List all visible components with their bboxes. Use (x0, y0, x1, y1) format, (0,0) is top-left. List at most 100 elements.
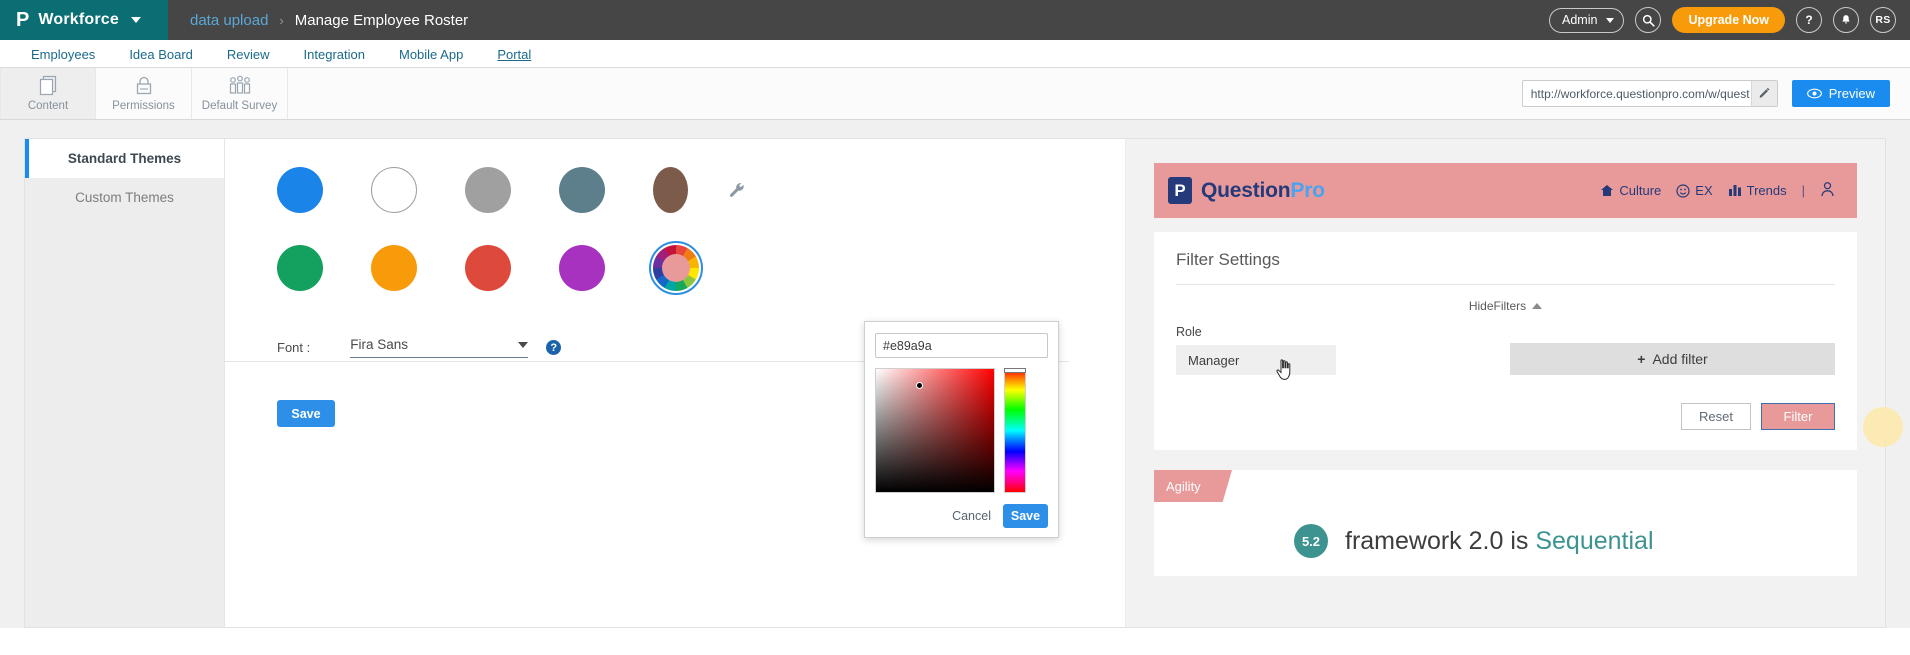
tab-mobile-app[interactable]: Mobile App (382, 47, 480, 67)
saturation-value-area[interactable] (875, 368, 995, 493)
primary-nav-tabs: Employees Idea Board Review Integration … (0, 40, 1910, 68)
chevron-up-icon (1532, 303, 1543, 309)
theme-tabs-sidebar: Standard Themes Custom Themes (25, 139, 225, 627)
swatch-cell (371, 245, 465, 291)
pages-icon (38, 75, 58, 97)
add-filter-button[interactable]: + Add filter (1510, 343, 1835, 375)
user-icon (1821, 182, 1834, 197)
score-value: 5.2 (1301, 533, 1321, 549)
preview-nav-culture[interactable]: Culture (1600, 183, 1661, 198)
saturation-cursor[interactable] (916, 382, 923, 389)
bars-icon (1728, 185, 1741, 196)
toolbar-label-content: Content (27, 100, 69, 112)
smiley-icon (1676, 183, 1690, 198)
pencil-icon (1759, 87, 1770, 98)
theme-swatch-red[interactable] (465, 245, 511, 291)
user-avatar[interactable]: RS (1870, 7, 1896, 33)
hue-slider-handle[interactable] (1004, 368, 1026, 373)
color-hex-input[interactable]: #e89a9a (875, 333, 1048, 358)
theme-swatch-gray[interactable] (465, 167, 511, 213)
portal-toolbar: Content Permissions Default Survey http:… (0, 68, 1910, 120)
hide-filters-toggle[interactable]: HideFilters (1176, 299, 1835, 313)
toolbar-item-default-survey[interactable]: Default Survey (192, 68, 288, 119)
theme-swatch-grid (277, 167, 747, 295)
role-filter-label: Role (1176, 325, 1202, 339)
app-header: P Workforce data upload › Manage Employe… (0, 0, 1910, 40)
portal-stage: Standard Themes Custom Themes Font: Fir… (0, 120, 1910, 628)
color-wheel-swatch[interactable] (649, 241, 703, 295)
filter-settings-card: Filter Settings HideFilters Role Manager (1154, 232, 1857, 450)
theme-swatch-slate[interactable] (559, 167, 605, 213)
filter-label: Filter (1783, 409, 1813, 424)
header-actions: Admin Upgrade Now ? RS (1549, 7, 1910, 33)
font-help-icon[interactable]: ? (546, 340, 562, 355)
preview-brand-second: Pro (1290, 178, 1325, 202)
search-button[interactable] (1635, 7, 1662, 33)
color-picker-cancel-button[interactable]: Cancel (952, 509, 991, 523)
role-filter-select[interactable]: Manager (1176, 345, 1336, 380)
bell-icon (1842, 15, 1850, 24)
agility-tag-label: Agility (1166, 478, 1201, 494)
breadcrumb-link-data-upload[interactable]: data upload (190, 12, 268, 29)
preview-nav-trends[interactable]: Trends (1728, 183, 1787, 198)
theme-swatch-white[interactable] (371, 167, 417, 213)
tab-review[interactable]: Review (210, 47, 287, 67)
theme-customize-button[interactable] (728, 167, 747, 213)
theme-save-button[interactable]: Save (277, 400, 335, 427)
hue-slider[interactable] (1004, 368, 1026, 493)
swatch-cell (371, 167, 465, 213)
theme-tab-standard[interactable]: Standard Themes (25, 139, 224, 178)
filter-settings-title: Filter Settings (1176, 250, 1280, 269)
color-wheel-icon (653, 245, 699, 291)
color-picker-body (875, 368, 1048, 493)
wrench-icon (729, 182, 744, 197)
font-select[interactable]: Fira Sans (350, 337, 529, 358)
breadcrumb: data upload › Manage Employee Roster (168, 12, 468, 29)
toolbar-label-default-survey: Default Survey (201, 100, 278, 112)
tab-portal[interactable]: Portal (480, 47, 548, 67)
filter-button[interactable]: Filter (1761, 403, 1835, 430)
preview-nav-culture-label: Culture (1619, 183, 1662, 198)
breadcrumb-current-page: Manage Employee Roster (294, 11, 469, 29)
tab-integration[interactable]: Integration (287, 47, 382, 67)
theme-editor-panel: Font : Fira Sans ? Save #e89a9a Cancel S… (225, 139, 1125, 627)
swatch-cell (277, 245, 371, 291)
edit-url-button[interactable] (1750, 81, 1777, 106)
toolbar-item-content[interactable]: Content (0, 68, 96, 119)
preview-nav: Culture EX Trends | (1600, 181, 1835, 200)
help-button[interactable]: ? (1796, 7, 1822, 33)
preview-nav-ex[interactable]: EX (1676, 183, 1713, 198)
role-filter-value: Manager (1188, 352, 1240, 368)
preview-brand-first: Question (1201, 178, 1291, 202)
search-icon (1642, 14, 1655, 27)
reset-button[interactable]: Reset (1681, 403, 1751, 430)
preview-account-button[interactable] (1820, 181, 1835, 200)
upgrade-now-button[interactable]: Upgrade Now (1672, 7, 1785, 33)
font-select-value: Fira Sans (350, 337, 409, 352)
theme-swatch-brown[interactable] (653, 167, 688, 213)
theme-tab-custom[interactable]: Custom Themes (25, 178, 224, 217)
tab-employees[interactable]: Employees (14, 47, 112, 67)
admin-menu-button[interactable]: Admin (1549, 7, 1625, 33)
framework-statement-row: 5.2 framework 2.0 is Sequential (1154, 524, 1857, 558)
lock-icon (135, 75, 153, 97)
decorative-circle (1863, 407, 1903, 447)
toolbar-item-permissions[interactable]: Permissions (96, 68, 192, 119)
theme-swatch-orange[interactable] (371, 245, 417, 291)
portal-url-field[interactable]: http://workforce.questionpro.com/w/quest (1521, 80, 1778, 107)
theme-swatch-blue[interactable] (277, 167, 323, 213)
theme-swatch-purple[interactable] (559, 245, 605, 291)
preview-nav-separator: | (1801, 183, 1805, 198)
notifications-button[interactable] (1833, 7, 1859, 33)
tab-idea-board[interactable]: Idea Board (112, 47, 210, 67)
brand-home-button[interactable]: P Workforce (0, 0, 168, 40)
portal-url-value: http://workforce.questionpro.com/w/quest (1530, 86, 1750, 101)
filter-action-buttons: Reset Filter (1176, 403, 1835, 430)
preview-button[interactable]: Preview (1791, 80, 1890, 107)
color-picker-actions: Cancel Save (875, 504, 1048, 528)
theme-swatch-green[interactable] (277, 245, 323, 291)
questionpro-logo-icon: P (1168, 177, 1192, 204)
people-icon (227, 75, 253, 97)
color-picker-save-button[interactable]: Save (1003, 504, 1048, 528)
toolbar-label-permissions: Permissions (112, 100, 175, 112)
